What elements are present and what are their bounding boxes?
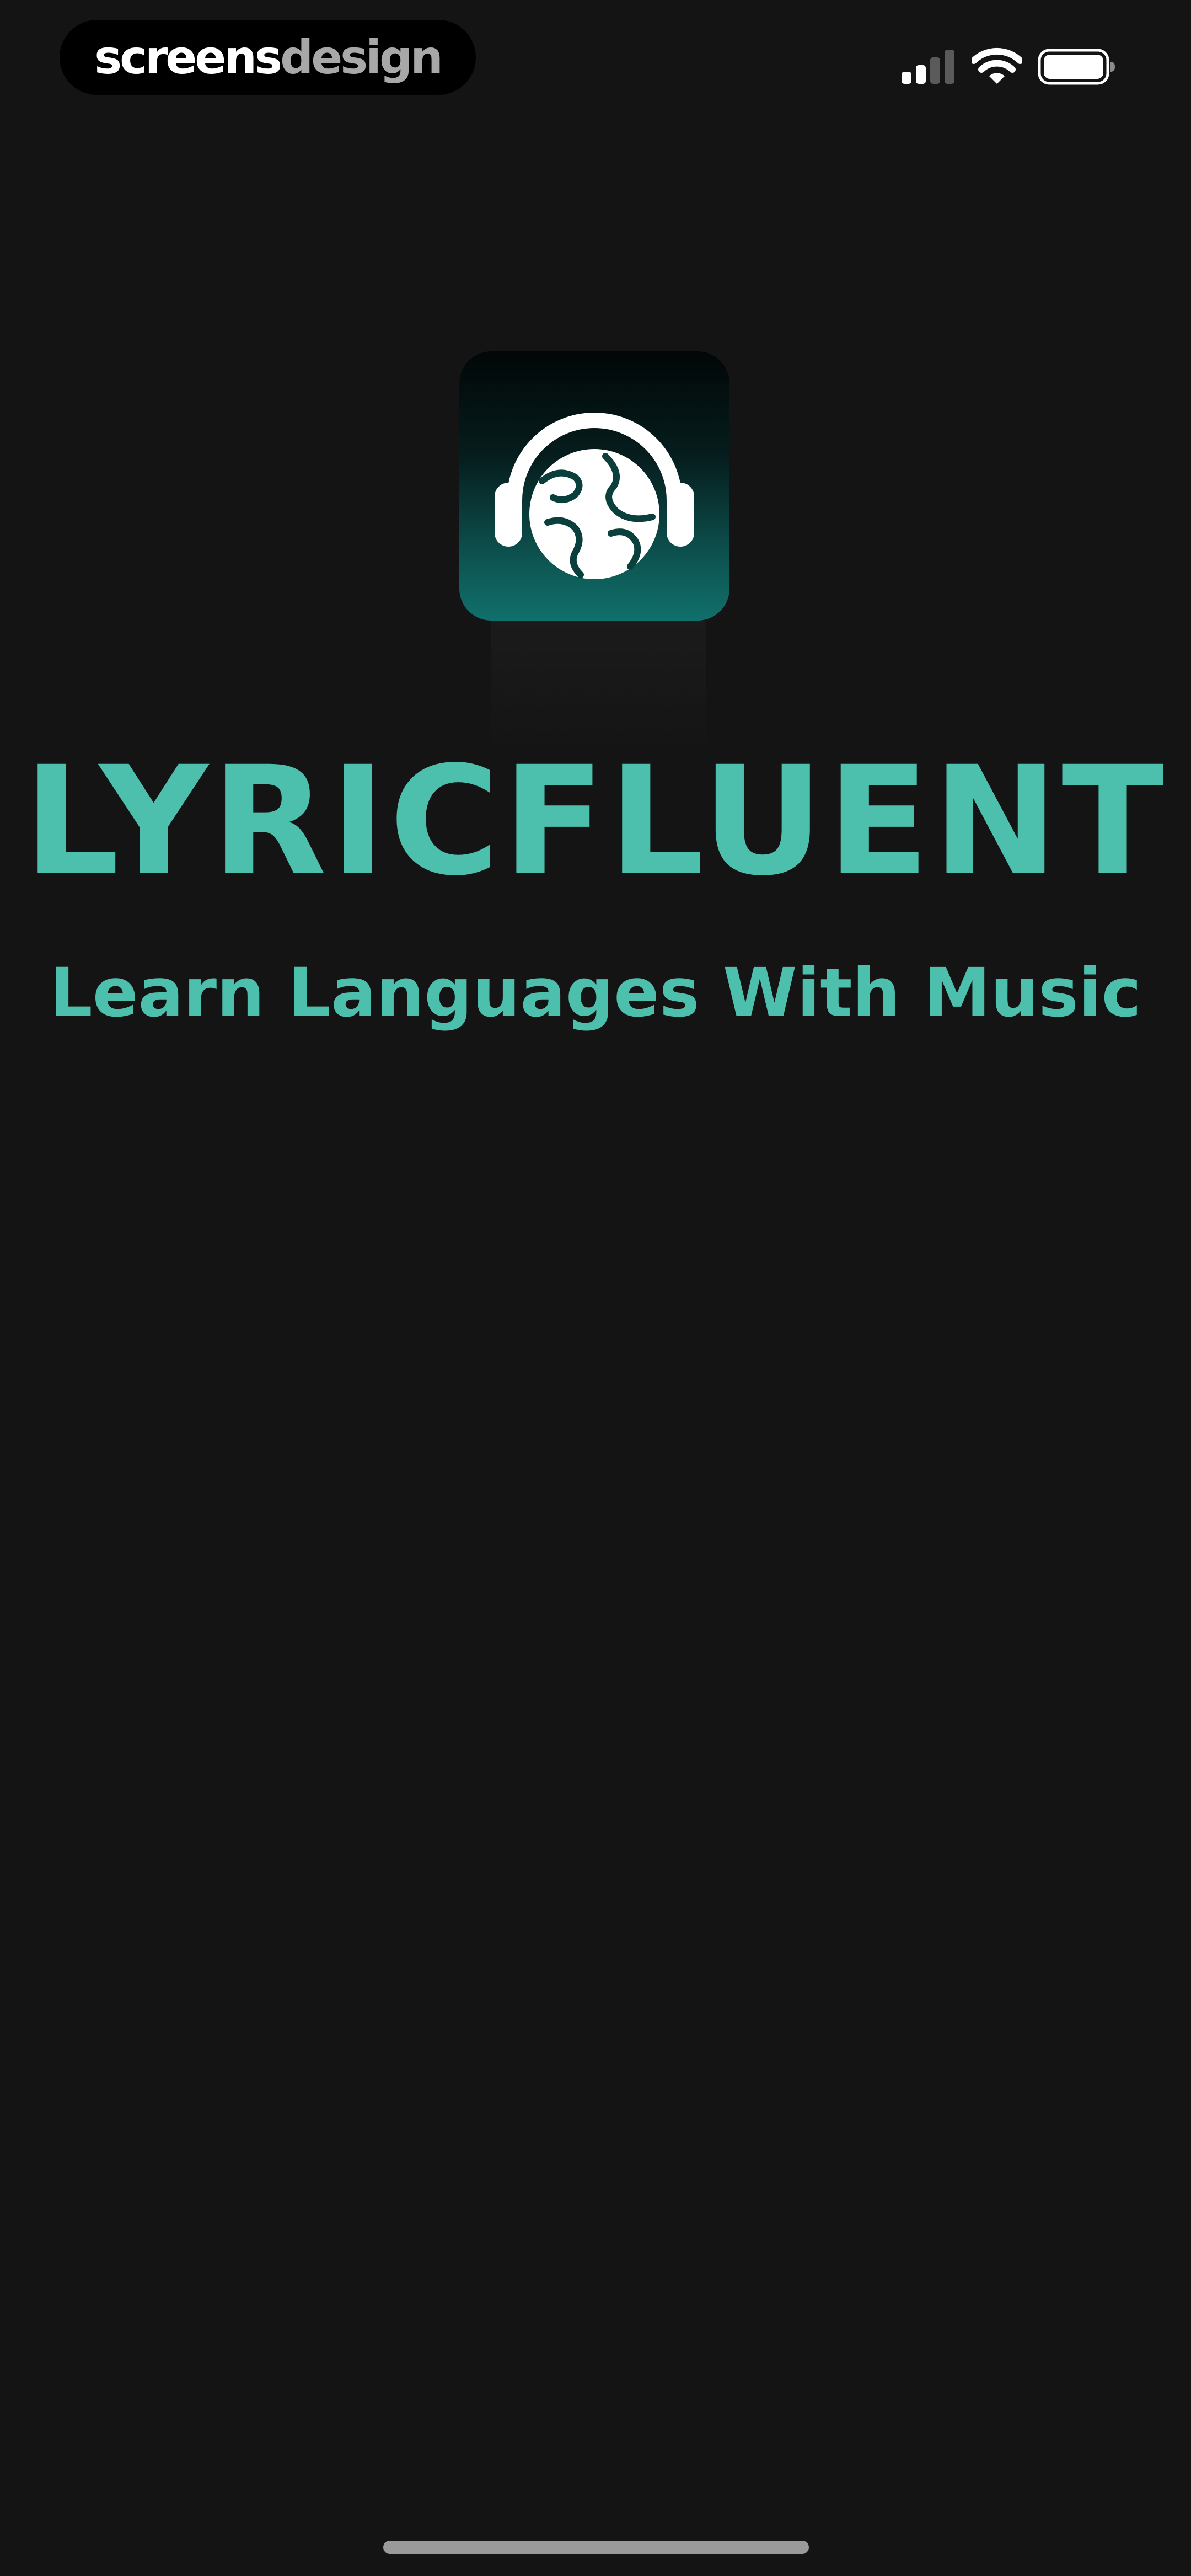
wifi-icon — [972, 47, 1022, 84]
brand-word-screens: screens — [94, 30, 282, 84]
app-title: LYRICFLUENT — [24, 735, 1167, 909]
headphones-globe-icon — [495, 413, 694, 579]
home-indicator[interactable] — [383, 2541, 809, 2554]
brand-word-design: design — [280, 30, 443, 84]
app-logo — [459, 351, 729, 621]
cellular-signal-icon — [902, 50, 954, 84]
status-bar: screens design — [0, 0, 1191, 110]
app-tagline: Learn Languages With Music — [50, 954, 1141, 1032]
screensdesign-watermark: screens design — [60, 20, 476, 95]
battery-icon — [1038, 49, 1115, 85]
